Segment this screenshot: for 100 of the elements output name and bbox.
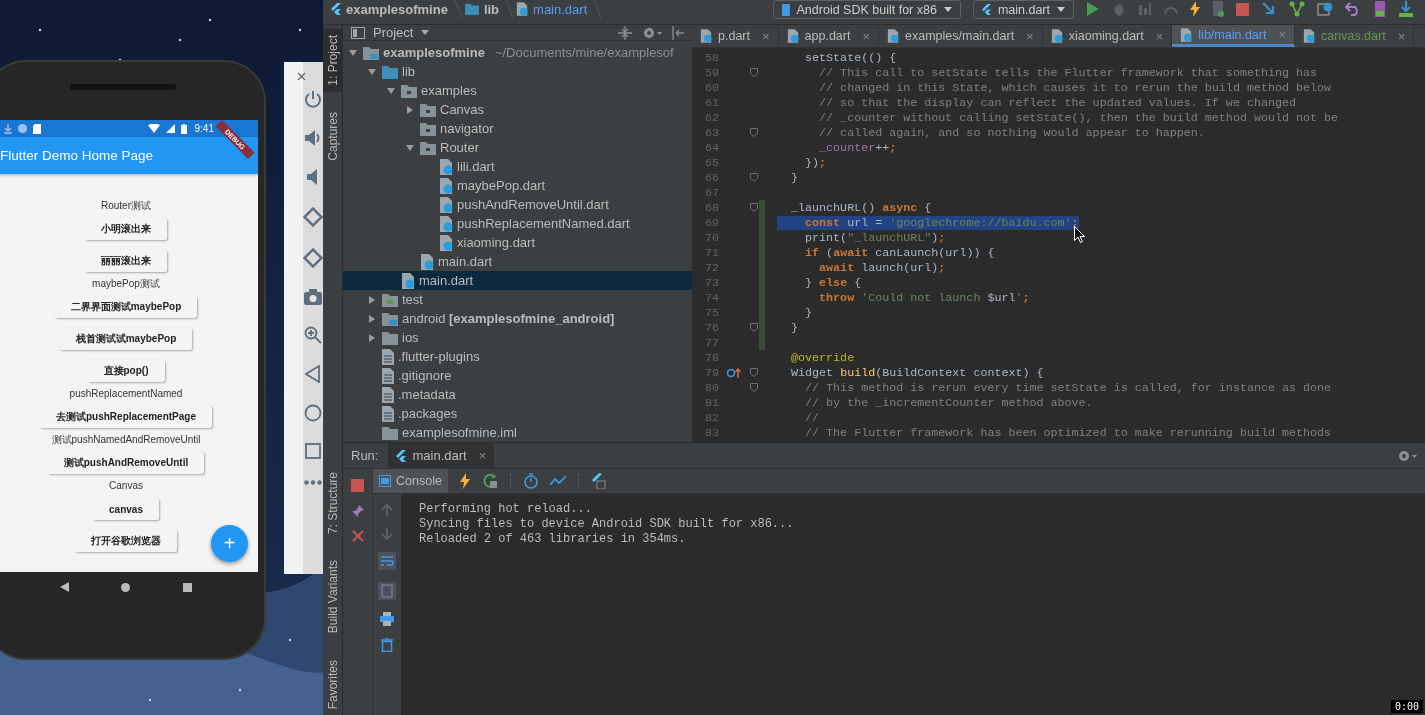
close-tab-button[interactable]: × [862, 28, 871, 44]
overview-icon[interactable] [305, 443, 321, 459]
close-icon[interactable] [351, 530, 364, 542]
zoom-icon[interactable] [304, 326, 322, 344]
breadcrumb[interactable]: lib [464, 0, 500, 18]
tree-item[interactable]: android [examplesofmine_android] [343, 309, 692, 328]
back-icon[interactable] [60, 582, 70, 592]
history-icon[interactable] [1317, 1, 1333, 17]
soft-wrap-icon[interactable] [378, 552, 396, 570]
tree-item[interactable]: ios [343, 328, 692, 347]
tree-item[interactable]: .metadata [343, 385, 692, 404]
fold-marker-icon[interactable] [750, 383, 758, 392]
stop-icon[interactable] [1236, 2, 1249, 16]
tree-item[interactable]: main.dart [343, 271, 692, 290]
app-button[interactable]: 小明滚出来 [85, 218, 167, 240]
fold-marker-icon[interactable] [750, 128, 758, 137]
tree-item[interactable]: main.dart [343, 252, 692, 271]
update-icon[interactable] [1261, 1, 1277, 17]
stopwatch-icon[interactable] [523, 473, 538, 489]
app-button[interactable]: canvas [93, 498, 159, 520]
collapsed-arrow-icon[interactable] [405, 104, 415, 115]
tree-item[interactable]: pushAndRemoveUntil.dart [343, 195, 692, 214]
power-icon[interactable] [304, 90, 322, 108]
editor-tab[interactable]: lib/main.dart × [1172, 25, 1296, 47]
tree-item[interactable]: lili.dart [343, 157, 692, 176]
editor-tab[interactable]: examples/main.dart × [879, 25, 1043, 47]
floating-action-button[interactable]: + [211, 525, 248, 562]
fold-marker-icon[interactable] [750, 368, 758, 377]
app-button[interactable]: 丽丽滚出来 [85, 250, 167, 272]
collapsed-arrow-icon[interactable] [367, 294, 377, 305]
hide-panel-icon[interactable] [672, 25, 684, 40]
app-button[interactable]: 打开谷歌浏览器 [75, 530, 177, 552]
expanded-arrow-icon[interactable] [348, 47, 358, 58]
app-button[interactable]: 二界界面测试maybePop [54, 296, 198, 318]
editor-tab[interactable]: p.dart × [692, 25, 779, 47]
expanded-arrow-icon[interactable] [386, 85, 396, 96]
expanded-arrow-icon[interactable] [405, 142, 415, 153]
back-icon[interactable] [305, 365, 321, 383]
tree-item[interactable]: Canvas [343, 100, 692, 119]
download-icon[interactable] [1399, 1, 1413, 17]
settings-icon[interactable] [1397, 448, 1417, 463]
collapse-all-icon[interactable] [618, 25, 632, 40]
more-icon[interactable] [304, 480, 322, 485]
settings-icon[interactable] [642, 25, 662, 40]
app-button[interactable]: 去测试pushReplacementPage [39, 406, 212, 428]
tree-item[interactable]: examplesofmine ~/Documents/mine/examplesof [343, 43, 692, 62]
fold-marker-icon[interactable] [750, 173, 758, 182]
fold-marker-icon[interactable] [750, 323, 758, 332]
tool-window-tab[interactable]: 7: Structure [323, 466, 342, 541]
fold-marker-icon[interactable] [750, 203, 758, 212]
fold-marker-icon[interactable] [750, 68, 758, 77]
collapsed-arrow-icon[interactable] [367, 332, 377, 343]
editor-tab[interactable]: canvas.dart × [1295, 25, 1415, 47]
tree-item[interactable]: examples [343, 81, 692, 100]
tool-window-tab[interactable]: Favorites [323, 653, 342, 715]
project-view-dropdown[interactable]: Project [351, 25, 430, 40]
run-tab[interactable]: main.dart × [388, 443, 495, 468]
tree-item[interactable]: xiaoming.dart [343, 233, 692, 252]
device-icon[interactable] [1212, 1, 1224, 17]
run-icon[interactable] [1086, 2, 1100, 16]
expanded-arrow-icon[interactable] [367, 66, 377, 77]
close-tab-button[interactable]: × [761, 28, 770, 44]
breadcrumb[interactable]: main.dart [516, 0, 588, 18]
home-icon[interactable] [121, 582, 131, 592]
tool-window-tab[interactable]: Captures [323, 105, 342, 167]
rotate-right-icon[interactable] [303, 248, 323, 268]
lightning-icon[interactable] [459, 473, 470, 489]
tool-window-tab[interactable]: Build Variants [323, 554, 342, 640]
trash-icon[interactable] [381, 638, 393, 652]
tree-item[interactable]: .gitignore [343, 366, 692, 385]
tree-item[interactable]: maybePop.dart [343, 176, 692, 195]
collapsed-arrow-icon[interactable] [367, 313, 377, 324]
volume-up-icon[interactable] [304, 129, 322, 147]
close-tab-button[interactable]: × [478, 448, 487, 463]
home-icon[interactable] [304, 404, 322, 422]
tree-item[interactable]: .flutter-plugins [343, 347, 692, 366]
print-icon[interactable] [380, 612, 394, 626]
tree-item[interactable]: Router [343, 138, 692, 157]
tool-window-tab[interactable]: 1: Project [323, 29, 342, 92]
device-dropdown[interactable]: Android SDK built for x86 [772, 0, 961, 19]
tree-item[interactable]: .packages [343, 404, 692, 423]
tree-item[interactable]: test [343, 290, 692, 309]
volume-down-icon[interactable] [306, 168, 320, 186]
pin-icon[interactable] [350, 504, 365, 518]
inspector-icon[interactable] [591, 473, 606, 489]
run-config-dropdown[interactable]: main.dart [972, 0, 1074, 19]
restart-icon[interactable] [481, 473, 498, 489]
close-tab-button[interactable]: × [1397, 28, 1406, 44]
sdk-manager-icon[interactable] [1373, 1, 1387, 17]
recents-icon[interactable] [182, 582, 192, 592]
lightning-icon[interactable] [1190, 1, 1200, 17]
close-tab-button[interactable]: × [1026, 28, 1034, 44]
undo-icon[interactable] [1345, 2, 1361, 16]
breadcrumb[interactable]: examplesofmine [331, 0, 448, 18]
tree-item[interactable]: pushReplacementNamed.dart [343, 214, 692, 233]
branch-icon[interactable] [1289, 1, 1305, 17]
app-button[interactable]: 测试pushAndRemoveUntil [47, 452, 205, 474]
tree-item[interactable]: lib [343, 62, 692, 81]
camera-icon[interactable] [304, 289, 322, 305]
rotate-left-icon[interactable] [303, 207, 323, 227]
